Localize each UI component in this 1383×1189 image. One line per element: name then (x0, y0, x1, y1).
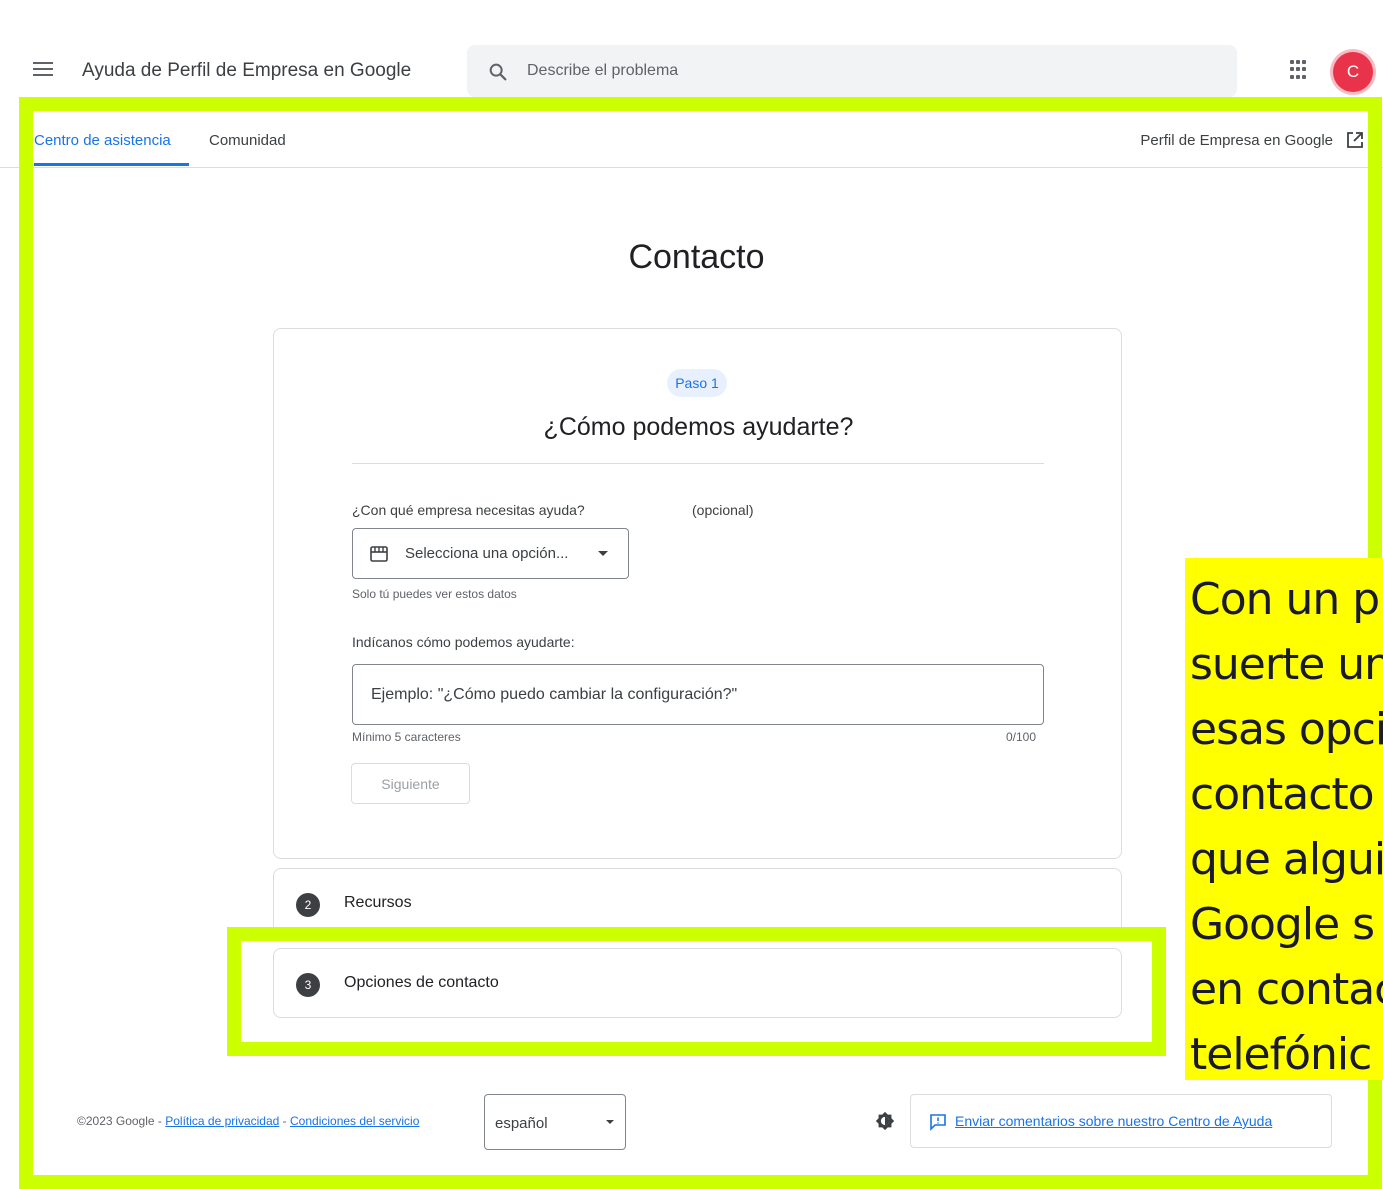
step-3-card[interactable]: 3 Opciones de contacto (273, 948, 1122, 1018)
help-field[interactable] (352, 664, 1044, 725)
menu-icon[interactable] (33, 62, 53, 78)
step-number: 2 (296, 893, 320, 917)
annotation-line: contacto (1190, 769, 1375, 820)
annotation-line: esas opci (1190, 704, 1383, 755)
chevron-down-icon (598, 551, 608, 556)
active-tab-indicator (34, 163, 189, 166)
avatar[interactable]: C (1333, 52, 1373, 92)
business-label: ¿Con qué empresa necesitas ayuda? (352, 502, 585, 518)
separator: - (154, 1114, 166, 1128)
store-icon (370, 546, 388, 562)
optional-label: (opcional) (692, 502, 754, 518)
help-input[interactable] (371, 665, 1031, 724)
privacy-hint: Solo tú puedes ver estos datos (352, 587, 517, 601)
feedback-button[interactable]: Enviar comentarios sobre nuestro Centro … (910, 1094, 1332, 1148)
business-select-value: Selecciona una opción... (405, 545, 569, 562)
tab-community[interactable]: Comunidad (209, 132, 286, 149)
char-counter: 0/100 (1006, 730, 1037, 744)
app-title[interactable]: Ayuda de Perfil de Empresa en Google (82, 60, 411, 82)
search-input[interactable] (527, 45, 1207, 97)
step-pill: Paso 1 (667, 369, 727, 397)
copyright-text: ©2023 Google (77, 1114, 155, 1128)
divider (352, 463, 1044, 464)
annotation-line: que algui (1190, 834, 1383, 885)
footer-copyright: ©2023 Google - Política de privacidad - … (77, 1114, 419, 1128)
annotation-line: en contac (1190, 964, 1383, 1015)
step-number: 3 (296, 973, 320, 997)
business-select[interactable]: Selecciona una opción... (352, 528, 629, 579)
page-title: Contacto (628, 238, 765, 276)
step-label-resources: Recursos (344, 894, 412, 911)
search-icon (489, 63, 507, 81)
min-chars-hint: Mínimo 5 caracteres (352, 730, 461, 744)
annotation-note: Con un p suerte un esas opci contacto qu… (1185, 558, 1383, 1080)
next-button[interactable]: Siguiente (351, 763, 470, 804)
step-1-card: Paso 1 ¿Cómo podemos ayudarte? ¿Con qué … (273, 328, 1122, 859)
apps-grid-icon[interactable] (1290, 60, 1310, 80)
annotation-line: suerte un (1190, 639, 1383, 690)
annotation-line: Con un p (1190, 574, 1380, 625)
terms-link[interactable]: Condiciones del servicio (290, 1114, 419, 1128)
separator: - (279, 1114, 290, 1128)
business-profile-link[interactable]: Perfil de Empresa en Google (1140, 132, 1333, 149)
step-title: ¿Cómo podemos ayudarte? (543, 413, 854, 441)
step-label-contact-options: Opciones de contacto (344, 974, 499, 991)
top-app-bar: Ayuda de Perfil de Empresa en Google C (0, 0, 1383, 100)
annotation-line: telefónic (1190, 1029, 1372, 1080)
language-select[interactable]: español (484, 1094, 626, 1150)
external-link-icon[interactable] (1345, 130, 1365, 150)
privacy-link[interactable]: Política de privacidad (165, 1114, 279, 1128)
feedback-label: Enviar comentarios sobre nuestro Centro … (955, 1113, 1273, 1129)
theme-icon[interactable] (874, 1110, 896, 1132)
annotation-line: Google s (1190, 899, 1375, 950)
help-label: Indícanos cómo podemos ayudarte: (352, 634, 575, 650)
feedback-icon (930, 1114, 946, 1131)
step-2-card[interactable]: 2 Recursos (273, 868, 1122, 938)
chevron-down-icon (606, 1120, 614, 1124)
tab-help-center[interactable]: Centro de asistencia (34, 132, 171, 149)
search-bar[interactable] (467, 45, 1237, 97)
language-value: español (495, 1115, 548, 1132)
